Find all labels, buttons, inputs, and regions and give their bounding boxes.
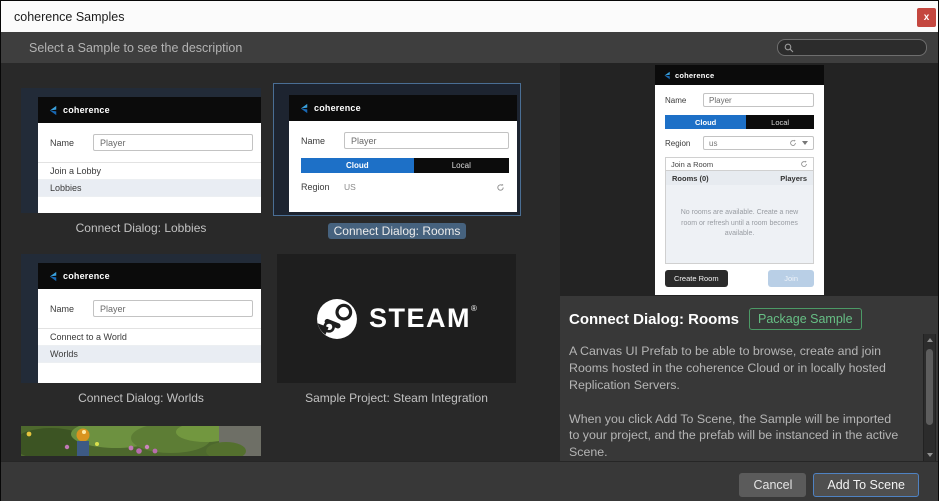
player-name-field: Player (93, 134, 253, 151)
detail-panel: coherence Name Player Cloud Local Region… (560, 63, 938, 461)
steam-logo-icon (316, 298, 358, 340)
join-button: Join (768, 270, 814, 287)
preview-region: coherence Name Player Cloud Local Region… (560, 63, 938, 296)
cloud-tab: Cloud (665, 115, 746, 129)
samples-window: coherence Samples x Select a Sample to s… (0, 0, 939, 501)
empty-rooms-message: No rooms are available. Create a new roo… (680, 208, 799, 241)
player-name-field: Player (93, 300, 253, 317)
selection-frame: coherence Name Player Cloud Local (273, 83, 521, 216)
search-input[interactable] (798, 42, 920, 53)
coherence-logo-icon (299, 103, 310, 114)
rooms-column-header: Rooms (0) (672, 174, 709, 183)
name-label: Name (665, 96, 703, 105)
cloud-tab: Cloud (301, 158, 414, 173)
worlds-thumbnail: coherence Name Player Connect to a World… (21, 254, 261, 383)
sample-tile-lobbies[interactable]: coherence Name Player Join a Lobby Lobbi… (21, 88, 261, 235)
player-name-field: Player (703, 93, 814, 107)
description-scrollbar-thumb[interactable] (926, 349, 933, 425)
name-label: Name (50, 138, 93, 148)
tile-caption: Connect Dialog: Lobbies (21, 221, 261, 235)
players-column-header: Players (780, 174, 807, 183)
sample-title: Connect Dialog: Rooms (569, 311, 739, 328)
samples-grid: coherence Name Player Join a Lobby Lobbi… (1, 63, 560, 461)
region-value: us (709, 139, 717, 148)
sample-tile-steam[interactable]: STEAM® Sample Project: Steam Integration (277, 254, 516, 405)
name-label: Name (301, 136, 344, 146)
main-area: coherence Name Player Join a Lobby Lobbi… (1, 63, 938, 461)
coherence-logo-text: coherence (314, 103, 361, 113)
sample-tile-partial[interactable] (21, 426, 261, 456)
garden-thumbnail (21, 426, 261, 456)
add-to-scene-button[interactable]: Add To Scene (813, 473, 919, 497)
search-icon (784, 43, 794, 53)
tile-caption-selected: Connect Dialog: Rooms (273, 224, 521, 238)
region-label: Region (301, 182, 344, 192)
player-name-field: Player (344, 132, 509, 149)
join-a-room-label: Join a Room (671, 160, 713, 169)
region-value: US (344, 182, 356, 192)
steam-wordmark: STEAM® (369, 303, 477, 334)
coherence-logo-text: coherence (63, 105, 110, 115)
name-label: Name (50, 304, 93, 314)
cancel-button[interactable]: Cancel (739, 473, 806, 497)
coherence-logo-icon (48, 105, 59, 116)
refresh-icon (800, 160, 808, 168)
description-scrollbar[interactable] (923, 334, 936, 461)
refresh-icon (496, 183, 505, 192)
region-label: Region (665, 139, 703, 148)
refresh-icon (789, 139, 797, 147)
package-sample-badge: Package Sample (749, 308, 862, 330)
description-prompt: Select a Sample to see the description (29, 41, 242, 55)
coherence-logo-text: coherence (63, 271, 110, 281)
coherence-logo-icon (663, 71, 672, 80)
close-button[interactable]: x (917, 8, 936, 27)
coherence-logo-icon (48, 271, 59, 282)
list-item: Lobbies (38, 180, 261, 197)
tile-caption: Connect Dialog: Worlds (21, 391, 261, 405)
sample-details: Connect Dialog: Rooms Package Sample A C… (560, 296, 938, 461)
steam-thumbnail: STEAM® (277, 254, 516, 383)
lobbies-thumbnail: coherence Name Player Join a Lobby Lobbi… (21, 88, 261, 213)
sub-header: Select a Sample to see the description (1, 32, 938, 63)
description-paragraph: When you click Add To Scene, the Sample … (569, 411, 899, 462)
title-bar: coherence Samples x (1, 1, 938, 32)
garden-scene-image (21, 426, 261, 456)
scroll-up-icon[interactable] (924, 334, 935, 346)
chevron-down-icon (802, 141, 808, 145)
search-box[interactable] (777, 39, 927, 56)
footer-bar: Cancel Add To Scene (1, 461, 938, 501)
tile-caption: Sample Project: Steam Integration (277, 391, 516, 405)
list-item: Worlds (38, 346, 261, 363)
sample-tile-rooms[interactable]: coherence Name Player Cloud Local (273, 83, 521, 238)
window-title: coherence Samples (14, 10, 124, 24)
scroll-down-icon[interactable] (924, 449, 935, 461)
sample-tile-worlds[interactable]: coherence Name Player Connect to a World… (21, 254, 261, 405)
rooms-preview-image: coherence Name Player Cloud Local Region… (655, 65, 824, 295)
rooms-thumbnail: coherence Name Player Cloud Local (277, 87, 517, 212)
coherence-logo-text: coherence (675, 71, 714, 80)
local-tab: Local (414, 158, 509, 173)
description-paragraph: A Canvas UI Prefab to be able to browse,… (569, 343, 899, 394)
local-tab: Local (746, 115, 814, 129)
list-item: Connect to a World (38, 329, 261, 346)
create-room-button: Create Room (665, 270, 728, 287)
list-item: Join a Lobby (38, 163, 261, 180)
